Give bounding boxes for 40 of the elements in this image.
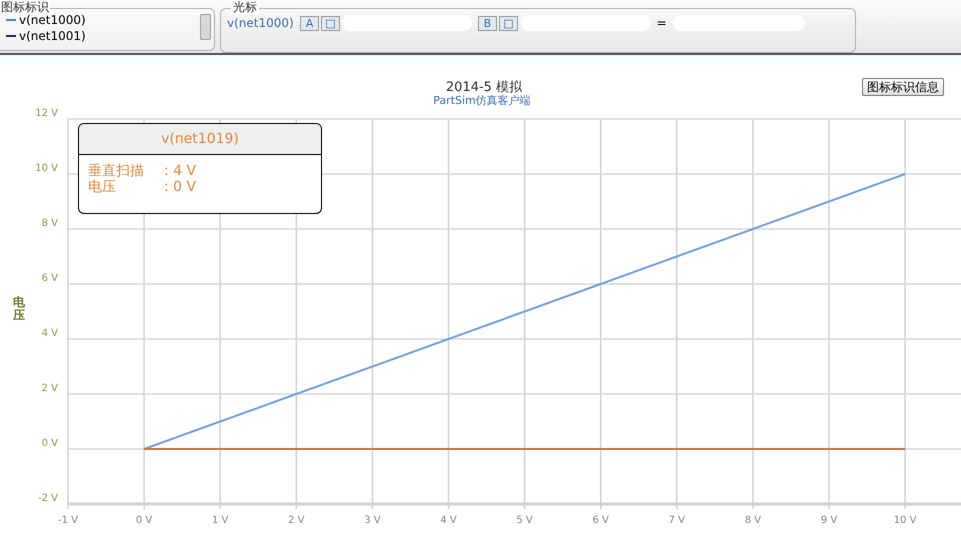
- y-tick-label: 2 V: [42, 383, 58, 394]
- y-tick-label: 0 V: [42, 438, 58, 449]
- x-tick-label: 3 V: [364, 515, 381, 526]
- x-tick-label: 1 V: [212, 515, 228, 526]
- cursor-b-toggle-button[interactable]: □: [499, 16, 518, 30]
- cursor-a-toggle-button[interactable]: □: [321, 16, 340, 30]
- x-tick-label: 8 V: [744, 515, 762, 526]
- x-tick-label: 4 V: [440, 515, 457, 526]
- y-tick-label: 6 V: [42, 273, 58, 284]
- equals-sign: =: [656, 15, 667, 32]
- tooltip-label: 电压: [88, 179, 117, 195]
- x-tick-label: 9 V: [820, 515, 838, 526]
- tooltip-title: v(net1019): [79, 124, 321, 155]
- y-tick-label: 4 V: [42, 328, 58, 339]
- cursor-b-button[interactable]: B: [478, 16, 498, 30]
- x-tick-label: 5 V: [516, 515, 533, 526]
- signal-link[interactable]: v(net1000): [227, 14, 294, 32]
- x-tick-label: 6 V: [592, 515, 609, 526]
- tooltip-label: 垂直扫描: [88, 163, 145, 179]
- legend-info-button[interactable]: 图标标识信息: [862, 78, 944, 96]
- panel-title: 图标标识: [0, 0, 50, 14]
- x-tick-label: 7 V: [668, 515, 685, 526]
- x-tick-label: 0 V: [136, 515, 152, 526]
- legend-item[interactable]: v(net1001): [19, 27, 86, 45]
- y-tick-label: -2 V: [38, 493, 58, 504]
- tooltip-value: : 0 V: [164, 179, 196, 195]
- y-axis-label: 电压: [13, 296, 25, 322]
- chart-title: 2014-5 模拟: [446, 80, 522, 95]
- y-tick-label: 8 V: [42, 218, 58, 229]
- panel-title: 光标: [231, 0, 259, 14]
- tooltip-value: : 4 V: [164, 163, 196, 179]
- x-tick-label: 10 V: [894, 515, 916, 526]
- chart-subtitle: PartSim仿真客户端: [433, 94, 531, 107]
- y-tick-label: 12 V: [35, 108, 58, 119]
- cursor-a-input[interactable]: [342, 15, 472, 31]
- scrollbar-thumb[interactable]: [200, 14, 211, 40]
- x-tick-label: 2 V: [288, 515, 304, 526]
- cursor-a-button[interactable]: A: [300, 16, 320, 30]
- x-tick-label: -1 V: [58, 515, 78, 526]
- y-tick-label: 10 V: [35, 163, 58, 174]
